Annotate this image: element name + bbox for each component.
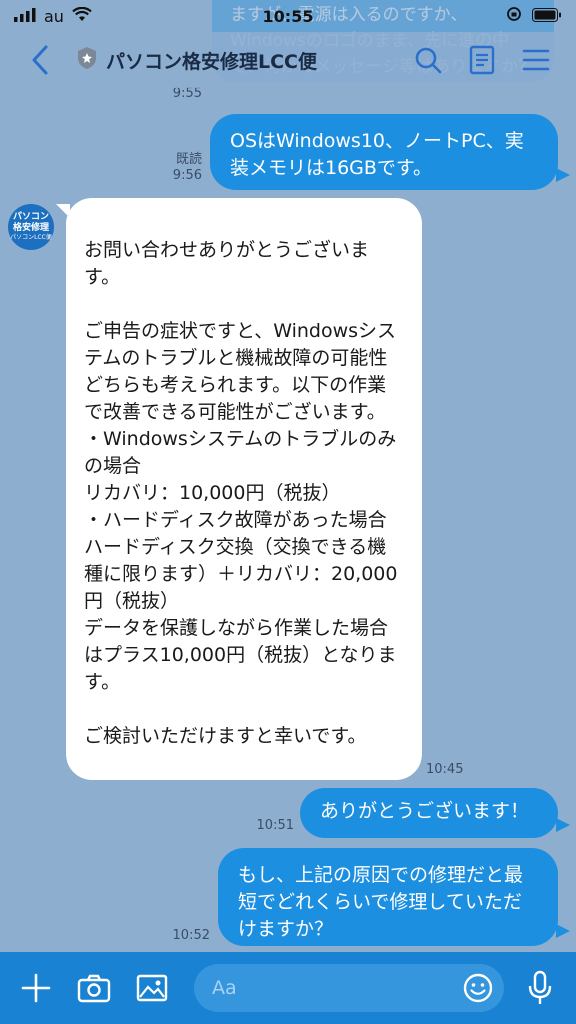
message-input-bar: Aa (0, 952, 576, 1024)
search-button[interactable] (410, 42, 446, 78)
avatar[interactable]: パソコン 格安修理 パソコンLCC便 (8, 204, 54, 250)
microphone-icon (528, 970, 552, 1004)
back-button[interactable] (20, 40, 60, 80)
chat-title-text: パソコン格安修理LCC便 (106, 50, 317, 73)
message-input[interactable]: Aa (194, 964, 504, 1012)
menu-button[interactable] (518, 42, 554, 78)
shield-badge-icon (76, 46, 98, 75)
message-time: 10:51 (256, 818, 294, 833)
message-text: ありがとうございます！ (320, 800, 530, 822)
notes-button[interactable] (464, 42, 500, 78)
bubble-tail (556, 818, 570, 832)
camera-icon (77, 974, 111, 1003)
message-time: 10:45 (426, 762, 464, 777)
hamburger-icon (522, 49, 550, 71)
message-bubble-sent[interactable]: ありがとうございます！ (300, 788, 558, 838)
signal-icon (14, 7, 36, 26)
read-receipt: 既読 (175, 152, 202, 167)
image-button[interactable] (130, 966, 174, 1010)
emoji-button[interactable] (460, 970, 496, 1006)
carrier-label: au (44, 6, 64, 26)
add-button[interactable] (14, 966, 58, 1010)
notes-icon (469, 45, 495, 75)
message-bubble-sent[interactable]: もし、上記の原因での修理だと最短でどれくらいで修理していただけますか？ (218, 848, 558, 946)
camera-button[interactable] (72, 966, 116, 1010)
chat-header: パソコン格安修理LCC便 (0, 32, 576, 88)
message-time: 10:52 (172, 928, 210, 943)
status-bar: au 10:55 (0, 0, 576, 32)
chevron-left-icon (32, 45, 48, 75)
wifi-icon (72, 6, 92, 26)
orientation-lock-icon (506, 6, 522, 26)
message-text: OSはWindows10、ノートPC、実装メモリは16GBです。 (230, 130, 524, 179)
message-time: 9:55 (172, 86, 202, 101)
battery-icon (532, 7, 562, 26)
image-icon (136, 974, 168, 1002)
message-input-placeholder: Aa (212, 977, 237, 999)
search-icon (415, 47, 442, 74)
message-time: 9:56 (172, 168, 202, 183)
message-text: お問い合わせありがとうございます。 ご申告の症状ですと、Windowsシステムの… (84, 239, 398, 747)
bubble-tail (556, 168, 570, 182)
bubble-tail (556, 924, 570, 938)
message-bubble-sent[interactable]: OSはWindows10、ノートPC、実装メモリは16GBです。 (210, 114, 558, 190)
message-text: もし、上記の原因での修理だと最短でどれくらいで修理していただけますか？ (238, 864, 524, 940)
message-bubble-received[interactable]: お問い合わせありがとうございます。 ご申告の症状ですと、Windowsシステムの… (66, 198, 422, 780)
smiley-icon (463, 973, 493, 1003)
message-meta: 既読 9:56 (156, 152, 202, 184)
voice-button[interactable] (518, 966, 562, 1010)
chat-title[interactable]: パソコン格安修理LCC便 (76, 46, 317, 75)
plus-icon (21, 973, 51, 1003)
